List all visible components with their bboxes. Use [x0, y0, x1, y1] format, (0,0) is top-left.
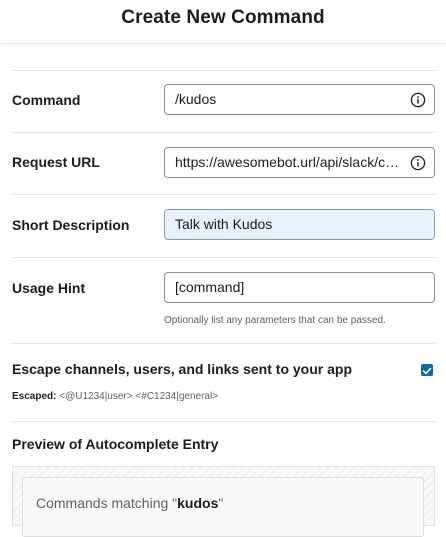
escape-checkbox[interactable]	[421, 364, 433, 376]
divider	[12, 132, 435, 133]
preview-matching-prefix: Commands matching "	[36, 495, 178, 511]
escaped-example-value: <@U1234|user> <#C1234|general>	[59, 391, 219, 402]
divider	[12, 343, 435, 344]
usage-hint-input-value: [command]	[175, 279, 245, 295]
command-input-value: /kudos	[175, 91, 217, 107]
request-url-label: Request URL	[12, 154, 100, 170]
info-circle-icon[interactable]	[410, 155, 426, 171]
short-description-label: Short Description	[12, 217, 130, 233]
modal-title: Create New Command	[121, 7, 325, 28]
command-label: Command	[12, 92, 81, 108]
info-circle-icon[interactable]	[410, 92, 426, 108]
usage-hint-helper: Optionally list any parameters that can …	[164, 315, 386, 326]
escape-label: Escape channels, users, and links sent t…	[12, 361, 352, 377]
divider	[12, 421, 435, 422]
autocomplete-preview-text: Commands matching "kudos"	[36, 495, 223, 511]
preview-label: Preview of Autocomplete Entry	[12, 436, 219, 452]
divider	[12, 70, 435, 71]
usage-hint-label: Usage Hint	[12, 280, 86, 296]
short-description-input[interactable]: Talk with Kudos	[164, 209, 435, 240]
checkmark-icon	[422, 367, 432, 375]
usage-hint-input[interactable]: [command]	[164, 272, 435, 303]
divider	[12, 194, 435, 195]
escaped-example: Escaped: <@U1234|user> <#C1234|general>	[12, 391, 218, 403]
short-description-input-value: Talk with Kudos	[175, 216, 273, 232]
divider	[12, 257, 435, 258]
request-url-input[interactable]: https://awesomebot.url/api/slack/command…	[164, 147, 435, 178]
preview-matching-term: kudos	[177, 495, 219, 511]
modal-header: Create New Command	[0, 0, 446, 44]
escaped-example-prefix: Escaped:	[12, 391, 57, 402]
request-url-input-value: https://awesomebot.url/api/slack/command…	[175, 154, 435, 170]
command-input[interactable]: /kudos	[164, 84, 435, 115]
preview-matching-suffix: "	[218, 495, 224, 511]
autocomplete-preview: Commands matching "kudos"	[12, 466, 435, 537]
autocomplete-preview-card: Commands matching "kudos"	[22, 477, 424, 537]
